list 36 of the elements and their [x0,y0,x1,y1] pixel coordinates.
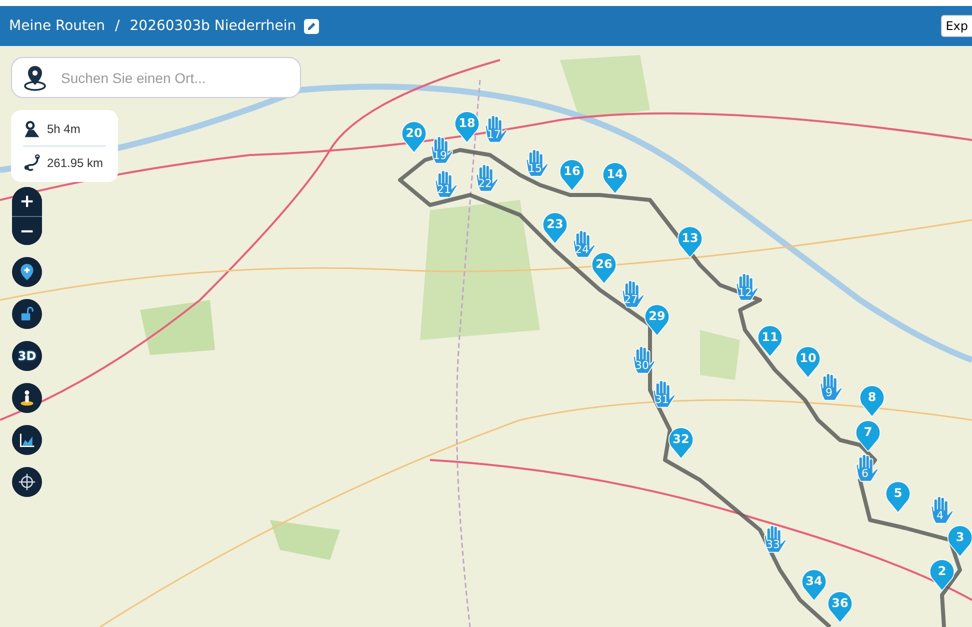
numbered-pin-marker[interactable]: 13 [677,225,703,259]
numbered-pin-marker[interactable]: 26 [591,251,617,285]
search-field[interactable]: Suchen Sie einen Ort... [59,68,283,86]
crosshair-icon [18,473,36,491]
numbered-pin-marker[interactable]: 36 [827,590,853,624]
numbered-pin-marker[interactable]: 3 [947,524,972,558]
numbered-pin-marker[interactable]: 14 [602,161,628,195]
numbered-pin-marker[interactable]: 23 [542,211,568,245]
pencil-icon[interactable] [304,18,320,34]
numbered-pin-marker[interactable]: 34 [801,568,827,602]
numbered-pin-marker[interactable]: 2 [929,558,955,592]
distance-text: 261.95 km [47,156,104,170]
duration-text: 5h 4m [47,122,80,136]
numbered-pin-marker[interactable]: 20 [401,120,427,154]
numbered-pin-marker[interactable]: 7 [855,419,881,453]
breadcrumb-link[interactable]: Meine Routen [9,18,106,34]
numbered-pin-marker[interactable]: 8 [859,384,885,418]
numbered-pin-marker[interactable]: 29 [644,303,670,337]
person-icon [18,389,36,407]
zoom-out-button[interactable]: − [12,216,42,245]
numbered-pin-marker[interactable]: 10 [795,345,821,379]
unlocked-padlock-icon [19,306,35,322]
numbered-pin-marker[interactable]: 32 [668,426,694,460]
add-location-icon [18,263,36,281]
numbered-pin-marker[interactable]: 5 [885,480,911,514]
driver-icon [23,120,41,138]
numbered-pin-marker[interactable]: 16 [559,158,585,192]
location-pin-icon [23,64,47,92]
route-path-icon [23,154,41,172]
chart-icon [18,431,36,449]
export-button[interactable]: Exp [940,15,972,37]
breadcrumb-separator: / [115,18,120,34]
numbered-pin-marker[interactable]: 18 [454,110,480,144]
numbered-pin-marker[interactable]: 11 [757,324,783,358]
route-title: 20260303b Niederrhein [130,18,296,34]
search-bar[interactable]: Suchen Sie einen Ort... [11,57,301,98]
